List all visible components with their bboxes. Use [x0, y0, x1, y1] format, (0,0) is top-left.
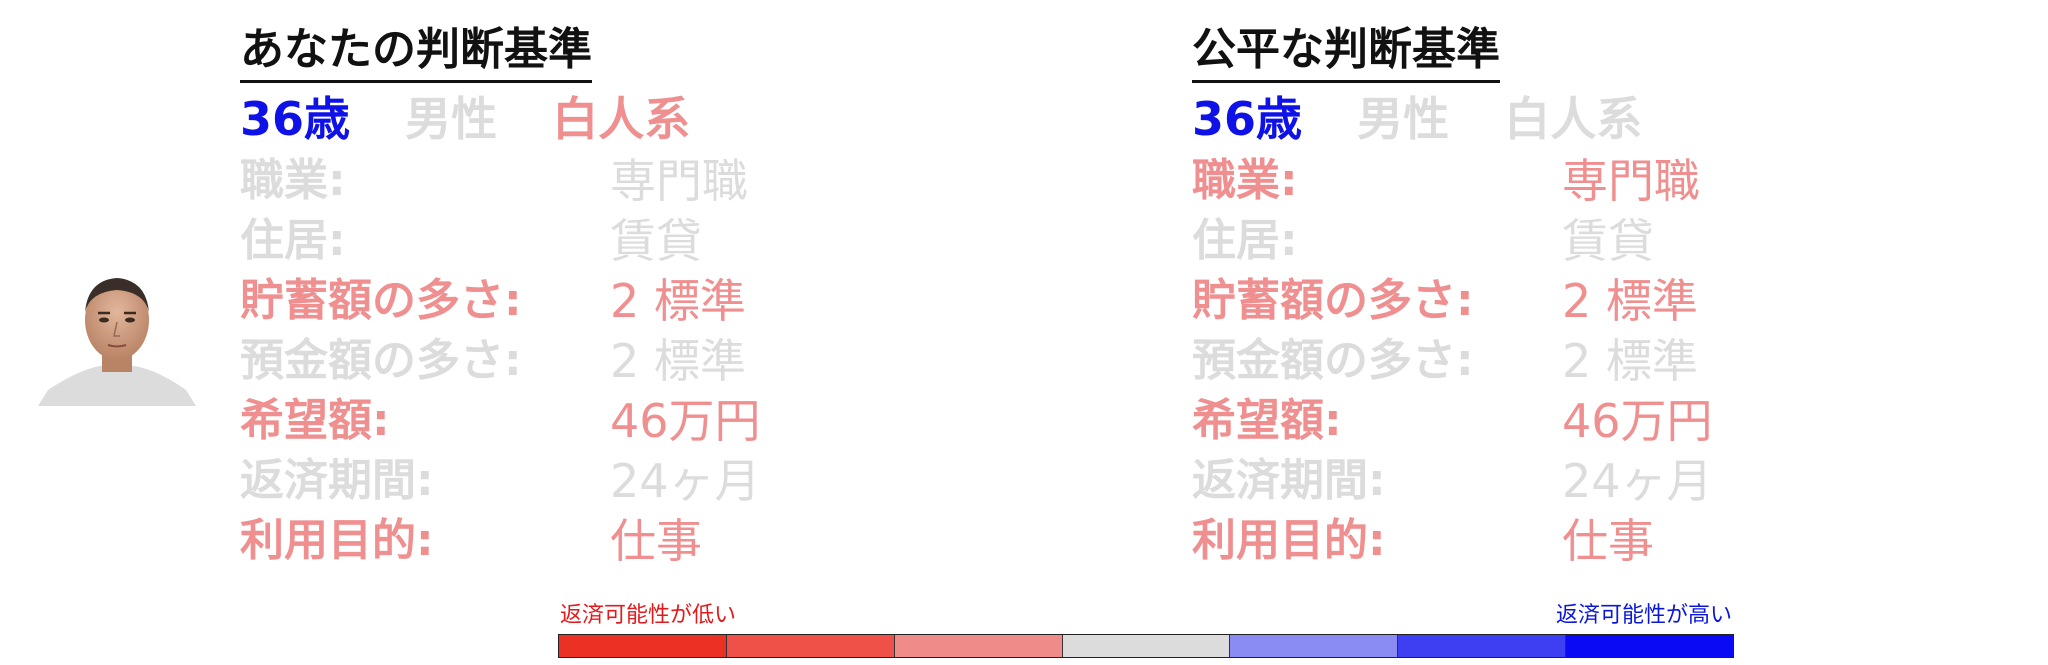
field-value: 専門職 — [1562, 154, 1700, 208]
field-value: 46万円 — [1562, 394, 1713, 448]
field-label: 希望額: — [1192, 395, 1342, 446]
field-value: 46万円 — [610, 394, 761, 448]
field-label: 貯蓄額の多さ: — [240, 275, 522, 326]
field-value: 24ヶ月 — [610, 454, 761, 508]
repayment-likelihood-scale: 返済可能性が低い 返済可能性が高い — [558, 602, 1734, 660]
scale-segment — [1398, 635, 1567, 657]
scale-segment — [1062, 635, 1231, 657]
scale-low-label: 返済可能性が低い — [560, 603, 737, 628]
field-row: 利用目的: 仕事 — [240, 511, 960, 571]
field-value: 2 標準 — [610, 334, 746, 388]
gender-attribute: 男性 — [1357, 92, 1450, 146]
field-value: 仕事 — [1562, 514, 1654, 568]
field-row: 貯蓄額の多さ: 2 標準 — [1192, 271, 1912, 331]
scale-segment — [559, 635, 727, 657]
field-label: 利用目的: — [240, 515, 434, 566]
panel-title: 公平な判断基準 — [1192, 20, 1500, 83]
field-label: 預金額の多さ: — [240, 335, 522, 386]
field-row: 住居: 賃貸 — [240, 211, 960, 271]
field-label: 職業: — [240, 155, 346, 206]
field-value: 2 標準 — [1562, 274, 1698, 328]
ethnicity-attribute: 白人系 — [552, 92, 691, 146]
field-label: 利用目的: — [1192, 515, 1386, 566]
field-row: 貯蓄額の多さ: 2 標準 — [240, 271, 960, 331]
field-row: 希望額: 46万円 — [1192, 391, 1912, 451]
field-label: 預金額の多さ: — [1192, 335, 1474, 386]
scale-segment — [894, 635, 1063, 657]
attribute-row: 36歳 男性 白人系 — [240, 89, 960, 151]
field-row: 職業: 専門職 — [1192, 151, 1912, 211]
field-value: 2 標準 — [610, 274, 746, 328]
field-list: 職業: 専門職 住居: 賃貸 貯蓄額の多さ: 2 標準 預金額の多さ: 2 標準 希望額: 46万… — [1192, 151, 1912, 571]
field-label: 貯蓄額の多さ: — [1192, 275, 1474, 326]
age-attribute: 36歳 — [1192, 92, 1303, 146]
field-list: 職業: 専門職 住居: 賃貸 貯蓄額の多さ: 2 標準 預金額の多さ: 2 標準 希望額: 46万… — [240, 151, 960, 571]
fair-criteria-panel: 公平な判断基準 36歳 男性 白人系 職業: 専門職住居: 賃貸貯蓄額の多さ: 2 標… — [1192, 20, 1912, 571]
ethnicity-attribute: 白人系 — [1504, 92, 1643, 146]
field-label: 住居: — [1192, 215, 1298, 266]
field-label: 返済期間: — [1192, 455, 1386, 506]
age-attribute: 36歳 — [240, 92, 351, 146]
field-row: 希望額: 46万円 — [240, 391, 960, 451]
field-label: 希望額: — [240, 395, 390, 446]
field-label: 返済期間: — [240, 455, 434, 506]
field-row: 返済期間: 24ヶ月 — [1192, 451, 1912, 511]
your-criteria-panel: あなたの判断基準 36歳 男性 白人系 職業: 専門職住居: 賃貸貯蓄額の多さ: 2 … — [240, 20, 960, 571]
field-label: 職業: — [1192, 155, 1298, 206]
gender-attribute: 男性 — [405, 92, 498, 146]
field-label: 住居: — [240, 215, 346, 266]
field-row: 職業: 専門職 — [240, 151, 960, 211]
field-value: 専門職 — [610, 154, 748, 208]
field-value: 2 標準 — [1562, 334, 1698, 388]
attribute-row: 36歳 男性 白人系 — [1192, 89, 1912, 151]
scale-segment — [726, 635, 895, 657]
field-row: 利用目的: 仕事 — [1192, 511, 1912, 571]
field-value: 仕事 — [610, 514, 702, 568]
scale-color-bar — [558, 634, 1734, 658]
field-row: 返済期間: 24ヶ月 — [240, 451, 960, 511]
scale-segment — [1566, 635, 1734, 657]
field-value: 24ヶ月 — [1562, 454, 1713, 508]
scale-segment — [1230, 635, 1399, 657]
field-row: 預金額の多さ: 2 標準 — [1192, 331, 1912, 391]
panel-title: あなたの判断基準 — [240, 20, 592, 83]
field-value: 賃貸 — [1562, 214, 1654, 268]
field-value: 賃貸 — [610, 214, 702, 268]
applicant-face-icon — [38, 270, 196, 406]
scale-high-label: 返済可能性が高い — [1555, 603, 1732, 628]
field-row: 預金額の多さ: 2 標準 — [240, 331, 960, 391]
field-row: 住居: 賃貸 — [1192, 211, 1912, 271]
